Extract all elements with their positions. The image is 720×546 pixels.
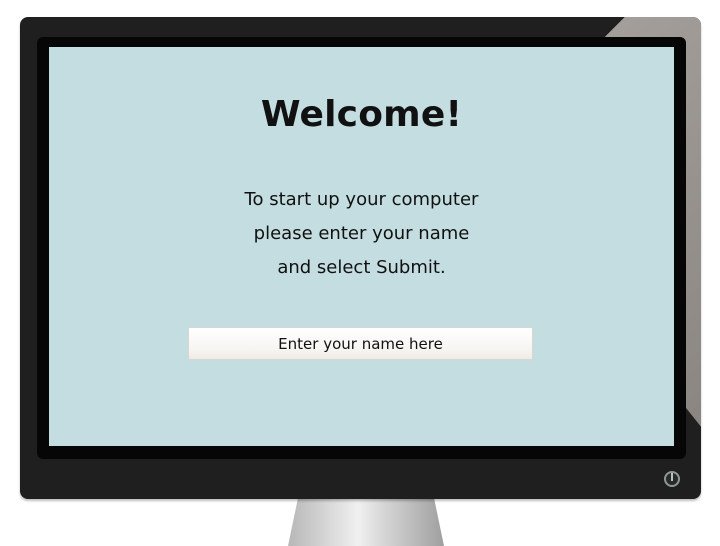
instruction-line-3: and select Submit. (277, 257, 446, 278)
monitor-bezel: Welcome! To start up your computer pleas… (37, 37, 686, 459)
monitor-screen: Welcome! To start up your computer pleas… (49, 47, 674, 446)
instruction-line-1: To start up your computer (244, 189, 479, 210)
name-input[interactable] (188, 327, 533, 360)
power-icon[interactable] (664, 471, 680, 487)
instruction-line-2: please enter your name (253, 223, 470, 244)
instruction-message: To start up your computer please enter y… (49, 183, 674, 285)
welcome-title: Welcome! (260, 94, 463, 135)
monitor-frame: Welcome! To start up your computer pleas… (20, 17, 701, 499)
